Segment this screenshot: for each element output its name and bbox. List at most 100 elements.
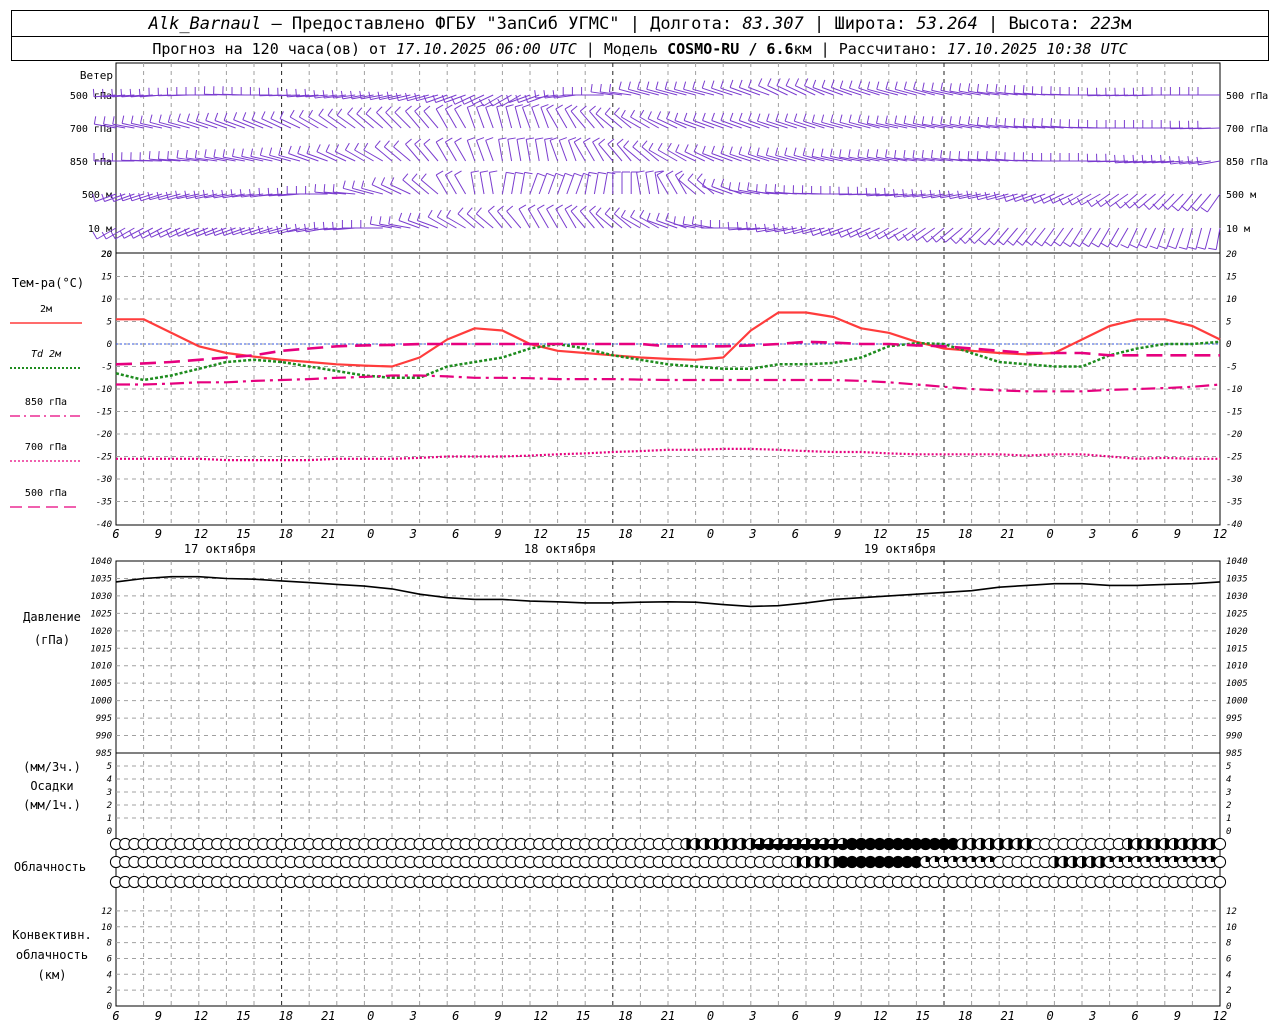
wind-barb-feather (620, 109, 626, 118)
legend-label: 2м (40, 304, 52, 315)
wind-barb-feather (696, 173, 703, 181)
wind-barb-staff (1116, 227, 1129, 248)
pressure-tick-left: 1010 (90, 662, 112, 672)
wind-barb-feather (313, 90, 316, 99)
wind-barb-feather (849, 80, 853, 89)
wind-barb-feather (176, 149, 179, 159)
precip-tick-left: 5 (107, 762, 112, 772)
wind-barb-feather (604, 207, 611, 215)
time-tick-bottom: 3 (1088, 1009, 1096, 1023)
wind-barb-feather (630, 109, 635, 118)
wind-barb-staff (841, 227, 862, 238)
wind-barb-staff (1158, 193, 1175, 210)
wind-barb-staff (427, 216, 448, 229)
wind-barb-feather (931, 116, 934, 125)
wind-barb-staff (385, 112, 402, 129)
wind-barb-staff (767, 85, 788, 96)
wind-barb-feather (765, 184, 767, 193)
wind-barb-staff (1100, 193, 1120, 208)
temp-title: Тем-ра(°С) (12, 276, 84, 290)
wind-barb-feather (340, 90, 344, 99)
wind-barb-feather (128, 193, 133, 201)
wind-barb-staff (316, 151, 338, 162)
wind-barb-staff (1148, 193, 1166, 210)
wind-barb-staff (926, 227, 945, 243)
wind-barb-staff (384, 146, 402, 162)
wind-barb-feather (379, 216, 382, 225)
wind-barb-staff (233, 119, 255, 129)
wind-barb-feather (157, 151, 160, 160)
wind-barb-staff (356, 113, 374, 129)
temp-tick-left: -20 (96, 430, 112, 440)
wind-barb-feather (645, 170, 654, 173)
conv-tick-right: 2 (1226, 986, 1231, 996)
wind-barb-staff (1215, 227, 1221, 250)
wind-barb-feather (564, 204, 573, 210)
wind-barb-feather (673, 216, 676, 225)
wind-barb-feather (1086, 199, 1092, 207)
wind-barb-feather (784, 147, 788, 156)
wind-barb (1152, 193, 1175, 210)
wind-barb-staff (374, 146, 393, 162)
temp-tick-left: -5 (101, 363, 112, 373)
wind-barb-staff (411, 179, 430, 195)
wind-barb (645, 170, 654, 195)
temp-tick-left: 15 (101, 273, 112, 283)
wind-barb-feather (921, 149, 924, 159)
wind-barb-feather (344, 142, 350, 151)
legend-label: 500 гПа (25, 488, 67, 499)
wind-barb-feather (269, 147, 273, 156)
wind-barb-staff (261, 118, 282, 129)
precip-tick-left: 0 (107, 827, 112, 837)
wind-barb-staff (546, 208, 559, 229)
wind-barb-feather (574, 172, 583, 177)
wind-barb-feather (250, 148, 254, 157)
time-tick-bottom: 12 (873, 1009, 887, 1023)
wind-barb-feather (177, 113, 181, 122)
wind-barb-staff (595, 113, 614, 129)
wind-barb-feather (506, 205, 514, 212)
wind-barb-feather (949, 83, 952, 92)
wind-barb-staff (497, 210, 512, 229)
wind-barb-staff (476, 140, 485, 162)
wind-barb-staff (570, 210, 586, 229)
time-tick-bottom: 9 (834, 1009, 841, 1023)
wind-barb-feather (791, 225, 795, 234)
wind-barb-staff (393, 146, 411, 162)
wind-barb-feather (395, 92, 399, 101)
wind-barb-staff (457, 213, 476, 229)
wind-barb-feather (498, 137, 507, 140)
wind-barb (325, 144, 347, 162)
wind-barb-feather (913, 81, 917, 90)
wind-barb-feather (1114, 201, 1121, 209)
wind-barb-feather (959, 237, 966, 244)
wind-barb-staff (1206, 193, 1221, 213)
wind-barb (334, 144, 356, 162)
wind-barb-feather (1031, 118, 1034, 127)
wind-barb-feather (354, 142, 359, 151)
wind-barb-staff (381, 184, 402, 195)
wind-barb-staff (1098, 227, 1111, 248)
conv-label: (км) (38, 968, 67, 982)
wind-barb-feather (811, 148, 815, 157)
time-tick-bottom: 3 (409, 1009, 417, 1023)
time-tick-mid: 9 (834, 527, 841, 541)
wind-level-label-right: 500 гПа (1226, 91, 1268, 102)
time-tick-bottom: 3 (748, 1009, 756, 1023)
wind-barb-feather (729, 146, 733, 155)
wind-barb-feather (940, 149, 943, 159)
wind-barb-feather (457, 207, 464, 215)
wind-barb-staff (607, 143, 623, 162)
wind-barb (446, 209, 466, 229)
wind-barb (476, 137, 485, 162)
wind-barb-feather (540, 104, 549, 108)
wind-barb-feather (454, 137, 462, 143)
wind-barb-feather (414, 105, 422, 112)
time-tick-bottom: 21 (321, 1009, 335, 1023)
wind-barb-staff (558, 140, 568, 162)
wind-barb (1188, 227, 1203, 250)
conv-tick-left: 0 (107, 1002, 112, 1012)
wind-barb-staff (729, 120, 751, 129)
wind-barb-feather (555, 104, 563, 110)
wind-label: Ветер (80, 69, 113, 82)
